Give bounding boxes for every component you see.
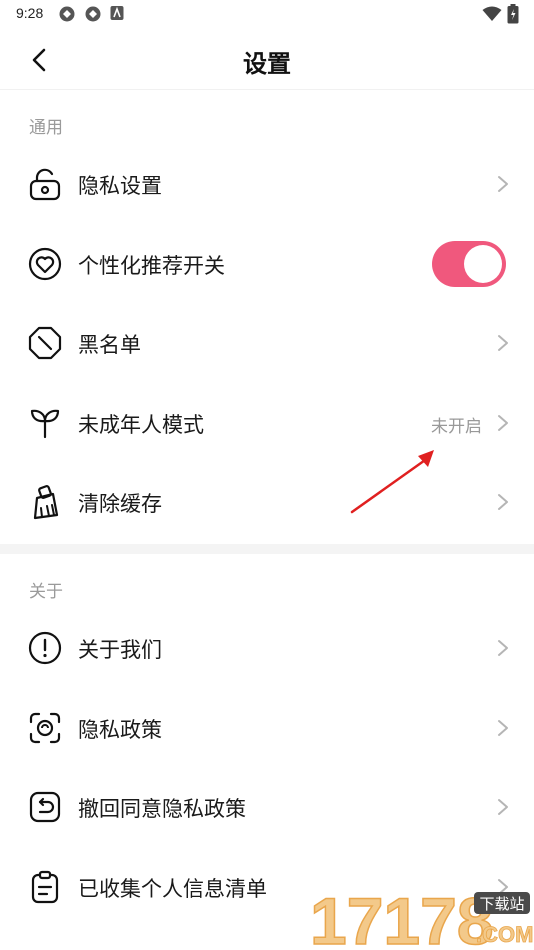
watermark-badge: 下载站 — [479, 895, 524, 913]
section-title-about: 关于 — [29, 582, 63, 602]
settings-row-personalized-recommendation: 个性化推荐开关 — [0, 224, 534, 304]
section-divider — [0, 544, 534, 554]
app-notification-icon — [110, 6, 124, 20]
settings-row-about-us[interactable]: 关于我们 — [0, 608, 534, 688]
watermark-text: 17178 — [310, 884, 494, 950]
toggle-knob — [464, 245, 502, 283]
settings-row-privacy-policy[interactable]: 隐私政策 — [0, 688, 534, 768]
row-label: 隐私设置 — [78, 174, 162, 198]
chevron-right-icon — [498, 640, 508, 656]
row-label: 关于我们 — [78, 638, 162, 662]
row-label: 黑名单 — [78, 333, 141, 357]
settings-row-revoke-consent[interactable]: 撤回同意隐私政策 — [0, 767, 534, 847]
row-label: 未成年人模式 — [78, 413, 204, 437]
personalized-recommendation-toggle[interactable] — [432, 241, 506, 287]
annotation-arrow — [350, 450, 434, 514]
wifi-icon — [482, 6, 502, 21]
section-title-general: 通用 — [29, 118, 63, 138]
watermark-domain: .COM — [476, 922, 533, 947]
block-icon — [28, 326, 62, 360]
chevron-right-icon — [498, 176, 508, 192]
row-label: 已收集个人信息清单 — [78, 877, 267, 901]
row-label: 撤回同意隐私政策 — [78, 797, 246, 821]
undo-icon — [29, 791, 61, 823]
heart-icon — [28, 247, 62, 281]
status-bar: 9:28 — [0, 0, 534, 28]
chevron-right-icon — [498, 335, 508, 351]
clipboard-icon — [31, 870, 59, 904]
row-label: 清除缓存 — [78, 492, 162, 516]
page-title: 设置 — [243, 50, 291, 78]
chevron-right-icon — [498, 494, 508, 510]
sync-icon-2 — [85, 6, 101, 22]
battery-icon — [507, 4, 519, 24]
settings-row-blacklist[interactable]: 黑名单 — [0, 303, 534, 383]
settings-row-privacy-settings[interactable]: 隐私设置 — [0, 144, 534, 224]
row-label: 个性化推荐开关 — [78, 254, 225, 278]
info-icon — [28, 631, 62, 665]
chevron-right-icon — [498, 415, 508, 431]
nav-bar: 设置 — [0, 28, 534, 90]
broom-icon — [33, 485, 59, 520]
settings-row-minor-mode[interactable]: 未成年人模式 未开启 — [0, 383, 534, 463]
minor-mode-status: 未开启 — [431, 417, 482, 437]
settings-row-clear-cache[interactable]: 清除缓存 — [0, 462, 534, 542]
status-time: 9:28 — [16, 5, 44, 21]
row-label: 隐私政策 — [78, 718, 162, 742]
chevron-right-icon — [498, 720, 508, 736]
site-watermark-logo: 17178 下载站 .COM — [309, 884, 534, 950]
sprout-icon — [30, 409, 60, 439]
privacy-policy-icon — [29, 712, 61, 744]
lock-icon — [29, 168, 61, 201]
sync-icon — [59, 6, 75, 22]
chevron-right-icon — [498, 799, 508, 815]
